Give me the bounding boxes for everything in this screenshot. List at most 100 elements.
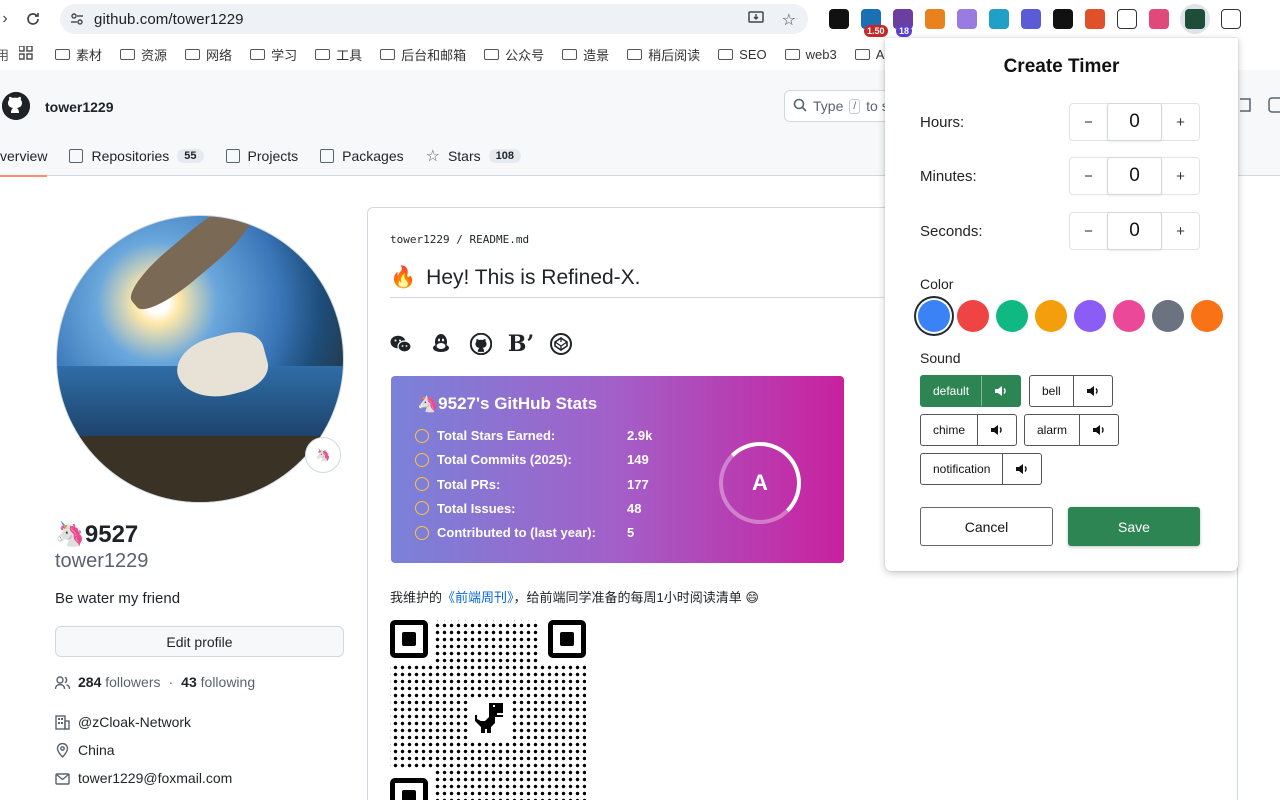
bookmark-label: 稍后阅读: [648, 47, 701, 63]
color-swatch[interactable]: [1035, 300, 1067, 332]
folder-icon: [120, 48, 136, 60]
bookmark-folder[interactable]: 后台和邮箱: [380, 45, 466, 64]
bookmark-folder[interactable]: AI: [854, 45, 888, 64]
site-settings-icon[interactable]: [70, 12, 84, 31]
home-icon[interactable]: 18: [892, 8, 914, 37]
s-icon[interactable]: [1084, 8, 1106, 30]
search-input[interactable]: Type / to s: [784, 90, 894, 122]
speaker-icon[interactable]: [1080, 415, 1118, 445]
color-swatch[interactable]: [1152, 300, 1184, 332]
bookmark-folder[interactable]: 网络: [185, 45, 232, 64]
hours-increment-button[interactable]: +: [1162, 104, 1199, 140]
speaker-icon[interactable]: [1003, 454, 1041, 484]
star-icon: [415, 428, 429, 443]
tab-packages[interactable]: Packages: [320, 136, 404, 176]
weekly-line: 我维护的《前端周刊》，给前端同学准备的每周1小时阅读清单 😄: [390, 590, 759, 605]
sound-option-chime[interactable]: chime: [920, 414, 1018, 446]
status-emoji[interactable]: 🦄: [305, 437, 341, 473]
fox-icon[interactable]: [924, 8, 946, 30]
cloud-icon[interactable]: [956, 8, 978, 30]
bookmark-folder[interactable]: web3: [784, 45, 837, 64]
color-swatch[interactable]: [1113, 300, 1145, 332]
cancel-button[interactable]: Cancel: [920, 507, 1053, 546]
install-app-icon[interactable]: [747, 10, 764, 31]
color-swatch[interactable]: [1074, 300, 1106, 332]
puzzle-icon[interactable]: [1220, 8, 1242, 30]
email-link[interactable]: tower1229@foxmail.com: [78, 770, 232, 786]
reload-icon[interactable]: [22, 8, 44, 30]
popup-title: Create Timer: [1003, 56, 1120, 77]
minutes-input[interactable]: 0: [1107, 157, 1162, 195]
speaker-icon[interactable]: [982, 376, 1020, 406]
followers-link[interactable]: 284 followers: [78, 674, 161, 690]
sound-option-bell[interactable]: bell: [1029, 375, 1113, 407]
sound-option-default[interactable]: default: [920, 375, 1022, 407]
tab-verview[interactable]: verview: [0, 136, 48, 177]
following-link[interactable]: 43 following: [181, 674, 255, 690]
readme-title: Hey! This is Refined-X.: [426, 266, 641, 289]
codepen-icon[interactable]: [550, 333, 572, 355]
profile-name: 🦄9527: [55, 521, 139, 548]
bilibili-icon[interactable]: B’: [508, 331, 534, 357]
save-button[interactable]: Save: [1068, 507, 1200, 546]
tab-stars[interactable]: ☆ Stars 108: [426, 136, 521, 176]
bookmark-folder[interactable]: SEO: [718, 45, 767, 64]
org-row: @zCloak-Network: [55, 714, 191, 730]
seconds-increment-button[interactable]: +: [1162, 213, 1199, 249]
avatar[interactable]: [56, 215, 344, 503]
forward-icon[interactable]: ›: [0, 8, 16, 30]
address-bar[interactable]: github.com/tower1229 ☆: [60, 4, 808, 34]
bookmark-folder[interactable]: 资源: [120, 45, 167, 64]
minutes-decrement-button[interactable]: −: [1070, 158, 1107, 194]
hours-decrement-button[interactable]: −: [1070, 104, 1107, 140]
inbox-icon[interactable]: [1266, 94, 1280, 116]
qq-icon[interactable]: [430, 333, 452, 355]
sound-option-notification[interactable]: notification: [920, 453, 1043, 485]
wechat-icon[interactable]: [390, 333, 412, 355]
r-icon[interactable]: [1116, 8, 1138, 30]
speaker-icon[interactable]: [978, 415, 1016, 445]
hours-input[interactable]: 0: [1107, 103, 1162, 141]
tab-repositories[interactable]: Repositories 55: [69, 136, 204, 176]
bookmark-folder[interactable]: 造景: [562, 45, 609, 64]
minutes-increment-button[interactable]: +: [1162, 158, 1199, 194]
color-swatch[interactable]: [1191, 300, 1223, 332]
sound-option-alarm[interactable]: alarm: [1024, 414, 1120, 446]
readme-owner-link[interactable]: tower1229: [390, 233, 450, 246]
heading-divider: [390, 297, 884, 298]
bookmark-folder[interactable]: 公众号: [484, 45, 544, 64]
bookmark-label: 资源: [141, 47, 168, 63]
followers-row: 284 followers · 43 following: [54, 674, 255, 690]
org-link[interactable]: @zCloak-Network: [78, 714, 191, 730]
bookmark-star-icon[interactable]: ☆: [782, 10, 796, 31]
k-icon[interactable]: [1052, 8, 1074, 30]
edit-profile-button[interactable]: Edit profile: [55, 626, 344, 657]
speaker-icon[interactable]: [1074, 376, 1112, 406]
hours-stepper: − 0 +: [1069, 103, 1200, 141]
tab-projects[interactable]: Projects: [225, 136, 298, 176]
color-swatch[interactable]: [957, 300, 989, 332]
tab-label: verview: [0, 148, 48, 164]
bookmark-folder[interactable]: 素材: [55, 45, 102, 64]
apps-label[interactable]: 用: [0, 45, 9, 64]
seconds-decrement-button[interactable]: −: [1070, 213, 1107, 249]
apps-grid-icon[interactable]: [18, 44, 33, 63]
github-stats-card[interactable]: 🦄9527's GitHub Stats Total Stars Earned:…: [391, 376, 844, 563]
timer-icon[interactable]: [1180, 4, 1210, 34]
tdk-icon[interactable]: [1020, 8, 1042, 30]
tv-icon[interactable]: [988, 8, 1010, 30]
bookmark-folder[interactable]: 稍后阅读: [627, 45, 700, 64]
bookmark-folder[interactable]: 学习: [250, 45, 297, 64]
github-logo-icon[interactable]: [2, 92, 30, 120]
color-swatch[interactable]: [996, 300, 1028, 332]
search-icon: [793, 98, 807, 115]
color-swatch[interactable]: [918, 300, 950, 332]
translate-icon[interactable]: [1148, 8, 1170, 30]
header-username[interactable]: tower1229: [45, 99, 113, 115]
github-icon[interactable]: [470, 333, 492, 355]
weekly-link[interactable]: 《前端周刊》: [442, 590, 514, 605]
bookmark-folder[interactable]: 工具: [315, 45, 362, 64]
flag-icon[interactable]: 1.50: [860, 8, 888, 37]
screen-icon[interactable]: [828, 8, 850, 30]
seconds-input[interactable]: 0: [1107, 212, 1162, 250]
